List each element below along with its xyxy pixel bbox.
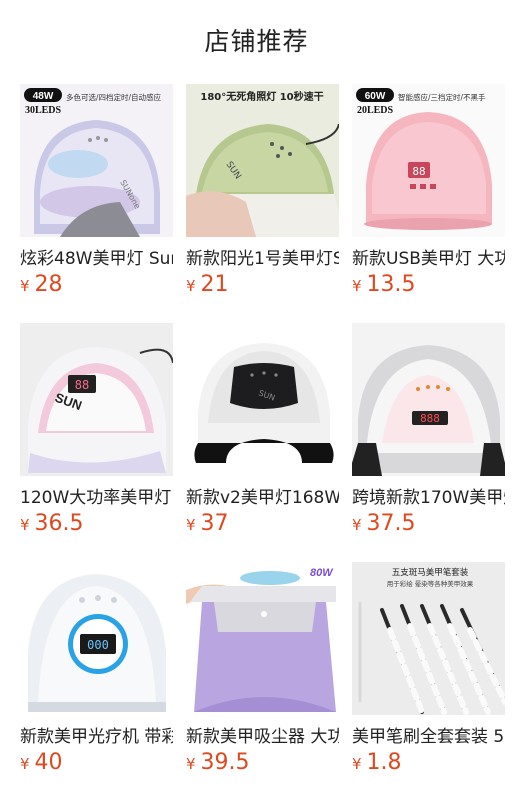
product-name[interactable]: 炫彩48W美甲灯 Sun [20, 244, 173, 268]
product-image[interactable]: 60W 20LEDS 智能感应/三档定时/不黑手 88 [352, 84, 505, 237]
product-name[interactable]: 跨境新款170W美甲炉 [352, 483, 505, 507]
product-image[interactable]: 五支斑马美甲笔套装 用于彩绘 晕染等各种美甲效果 [352, 562, 505, 715]
product-price: ¥40 [20, 750, 63, 778]
price-value: 21 [200, 272, 229, 297]
price-value: 40 [34, 750, 63, 775]
product-card[interactable]: 888 跨境新款170W美甲炉 ¥37.5 [352, 323, 505, 551]
product-name[interactable]: 120W大功率美甲灯 [20, 483, 173, 507]
product-price: ¥1.8 [352, 750, 402, 778]
image-caption: 用于彩绘 晕染等各种美甲效果 [387, 579, 474, 588]
display-digits: 000 [87, 638, 109, 652]
display-digits: 888 [420, 412, 440, 425]
display-digits: 88 [75, 378, 89, 392]
product-card[interactable]: 60W 20LEDS 智能感应/三档定时/不黑手 88 新款USB美甲灯 大功 … [352, 84, 505, 312]
currency-symbol: ¥ [352, 516, 362, 534]
price-value: 37 [200, 511, 229, 536]
currency-symbol: ¥ [352, 277, 362, 295]
product-image[interactable]: 180°无死角照灯 10秒速干 SUN [186, 84, 339, 237]
currency-symbol: ¥ [20, 516, 30, 534]
price-value: 28 [34, 272, 63, 297]
currency-symbol: ¥ [186, 755, 196, 773]
wattage-badge: 48W [33, 91, 54, 102]
product-price: ¥21 [186, 272, 229, 300]
product-price: ¥39.5 [186, 750, 250, 778]
product-image[interactable]: 000 [20, 562, 173, 715]
page-title: 店铺推荐 [204, 27, 309, 56]
led-count: 20LEDS [357, 105, 394, 116]
price-value: 36.5 [34, 511, 84, 536]
product-price: ¥13.5 [352, 272, 416, 300]
product-name[interactable]: 新款v2美甲灯168W: [186, 483, 339, 507]
currency-symbol: ¥ [20, 755, 30, 773]
product-price: ¥37 [186, 511, 229, 539]
image-caption: 智能感应/三档定时/不黑手 [398, 92, 486, 102]
product-image[interactable]: SUN [186, 323, 339, 476]
price-value: 1.8 [366, 750, 402, 775]
product-name[interactable]: 新款阳光1号美甲灯S [186, 244, 339, 268]
currency-symbol: ¥ [186, 516, 196, 534]
product-card[interactable]: 80W 新款美甲吸尘器 大功 ¥39.5 [186, 562, 339, 790]
display-digits: 88 [412, 165, 425, 178]
product-name[interactable]: 美甲笔刷全套套装 5 [352, 722, 505, 746]
product-name[interactable]: 新款美甲吸尘器 大功 [186, 722, 339, 746]
product-image[interactable]: 888 [352, 323, 505, 476]
product-card[interactable]: 000 新款美甲光疗机 带彩 ¥40 [20, 562, 173, 790]
wattage-badge: 60W [365, 91, 386, 102]
product-card[interactable]: 180°无死角照灯 10秒速干 SUN 新款阳光1号美甲灯S ¥21 [186, 84, 339, 312]
image-caption: 多色可选/四档定时/自动感应 [66, 92, 162, 102]
product-price: ¥28 [20, 272, 63, 300]
product-price: ¥36.5 [20, 511, 84, 539]
image-banner: 五支斑马美甲笔套装 [392, 567, 469, 578]
product-image[interactable]: 80W [186, 562, 339, 715]
wattage-badge: 80W [310, 567, 334, 579]
currency-symbol: ¥ [20, 277, 30, 295]
image-banner: 180°无死角照灯 10秒速干 [200, 90, 323, 103]
product-card[interactable]: SUN 新款v2美甲灯168W: ¥37 [186, 323, 339, 551]
product-image[interactable]: 48W 30LEDS 多色可选/四档定时/自动感应 SUNone [20, 84, 173, 237]
product-name[interactable]: 新款USB美甲灯 大功 [352, 244, 505, 268]
product-card[interactable]: 五支斑马美甲笔套装 用于彩绘 晕染等各种美甲效果 美甲笔刷全套套装 5 ¥ 1.… [352, 562, 505, 790]
currency-symbol: ¥ [186, 277, 196, 295]
currency-symbol: ¥ [352, 755, 362, 773]
product-price: ¥37.5 [352, 511, 416, 539]
product-name[interactable]: 新款美甲光疗机 带彩 [20, 722, 173, 746]
price-value: 13.5 [366, 272, 416, 297]
price-value: 37.5 [366, 511, 416, 536]
price-value: 39.5 [200, 750, 250, 775]
product-image[interactable]: 88 SUN [20, 323, 173, 476]
product-card[interactable]: 48W 30LEDS 多色可选/四档定时/自动感应 SUNone 炫彩48W美甲… [20, 84, 173, 312]
led-count: 30LEDS [25, 105, 62, 116]
product-card[interactable]: 88 SUN 120W大功率美甲灯 ¥36.5 [20, 323, 173, 551]
